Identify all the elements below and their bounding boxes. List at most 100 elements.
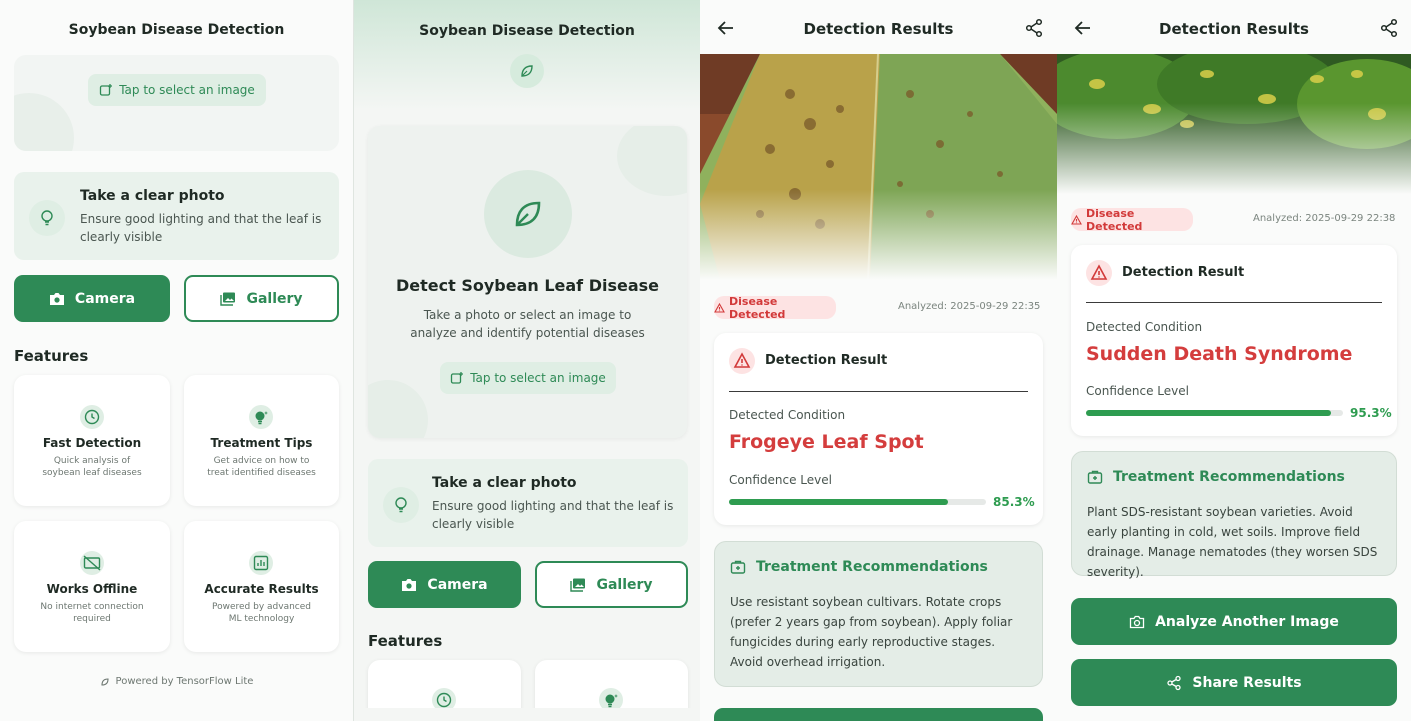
select-image-label: Tap to select an image bbox=[470, 371, 606, 385]
badge-text: Disease Detected bbox=[729, 294, 786, 321]
feature-title: Accurate Results bbox=[204, 582, 319, 596]
analyzed-time: Analyzed: 2025-09-29 22:35 bbox=[898, 301, 1041, 312]
divider bbox=[729, 391, 1028, 392]
gallery-icon bbox=[570, 578, 586, 592]
feature-subtitle: Get advice on how to treat identified di… bbox=[207, 456, 316, 478]
clock-icon bbox=[80, 405, 104, 429]
share-label: Share Results bbox=[1192, 674, 1302, 691]
condition-label: Detected Condition bbox=[729, 408, 846, 422]
decor-circle bbox=[617, 126, 687, 196]
confidence-bar bbox=[1086, 410, 1343, 416]
feature-card-works-offline: Works Offline No internet connection req… bbox=[14, 521, 170, 652]
image-select-area[interactable]: Detect Soybean Leaf Disease Take a photo… bbox=[368, 126, 687, 438]
medical-kit-icon bbox=[730, 559, 746, 575]
divider bbox=[1086, 302, 1382, 303]
tip-title: Take a clear photo bbox=[432, 475, 577, 491]
warning-icon bbox=[729, 348, 755, 374]
image-select-area[interactable]: Tap to select an image bbox=[14, 55, 339, 151]
feature-title: Fast Detection bbox=[42, 436, 142, 450]
tip-text: Ensure good lighting and that the leaf i… bbox=[80, 212, 322, 244]
camera-label: Camera bbox=[74, 290, 136, 307]
camera-icon bbox=[401, 578, 417, 592]
feature-card-fast-detection: Fast Detection Quick analysis of soybean… bbox=[14, 375, 170, 506]
result-card-title: Detection Result bbox=[765, 353, 888, 368]
headline: Detect Soybean Leaf Disease bbox=[395, 276, 660, 295]
feature-title: Works Offline bbox=[46, 582, 138, 596]
decor-circle bbox=[14, 93, 74, 151]
bottom-fade bbox=[354, 708, 700, 721]
add-photo-icon bbox=[99, 83, 113, 97]
detection-result-card: Detection Result Detected Condition Sudd… bbox=[1071, 245, 1397, 436]
treatment-card: Treatment Recommendations Use resistant … bbox=[714, 541, 1043, 687]
treatment-text: Use resistant soybean cultivars. Rotate … bbox=[730, 595, 1013, 669]
confidence-bar bbox=[729, 499, 986, 505]
features-title: Features bbox=[368, 632, 443, 650]
photo-tip-card: Take a clear photo Ensure good lighting … bbox=[14, 172, 339, 260]
select-image-label: Tap to select an image bbox=[119, 83, 255, 97]
home-screen-top: Soybean Disease Detection Detect Soybean… bbox=[354, 0, 700, 721]
photo-tip-card: Take a clear photo Ensure good lighting … bbox=[368, 459, 688, 547]
leaf-icon bbox=[510, 54, 544, 88]
tip-text: Ensure good lighting and that the leaf i… bbox=[432, 499, 674, 531]
warning-icon bbox=[1086, 260, 1112, 286]
gallery-label: Gallery bbox=[596, 576, 653, 593]
share-icon[interactable] bbox=[1379, 18, 1399, 38]
gallery-button[interactable]: Gallery bbox=[184, 275, 339, 322]
disease-badge: Disease Detected bbox=[714, 294, 836, 321]
share-results-button[interactable]: Share Results bbox=[1071, 659, 1397, 706]
analyze-another-button[interactable] bbox=[714, 708, 1043, 721]
description: Take a photo or select an image to analy… bbox=[410, 308, 645, 340]
chart-icon bbox=[249, 551, 273, 575]
camera-icon bbox=[49, 292, 65, 306]
treatment-title: Treatment Recommendations bbox=[756, 559, 988, 575]
warning-icon bbox=[714, 302, 725, 313]
camera-button[interactable]: Camera bbox=[14, 275, 170, 322]
leaf-photo bbox=[700, 54, 1057, 280]
feature-card-accurate-results: Accurate Results Powered by advanced ML … bbox=[184, 521, 339, 652]
camera-outline-icon bbox=[1129, 615, 1145, 629]
results-screen-sds: Detection Results Disease Detected Analy… bbox=[1057, 0, 1411, 721]
results-title: Detection Results bbox=[1159, 20, 1309, 38]
results-screen-frogeye: Detection Results Disease Detected Analy bbox=[700, 0, 1057, 721]
leaf-photo bbox=[1057, 54, 1411, 194]
leaf-icon bbox=[100, 677, 110, 687]
condition-name: Frogeye Leaf Spot bbox=[729, 431, 924, 453]
home-screen-scrolled: Soybean Disease Detection Tap to select … bbox=[0, 0, 353, 721]
result-card-title: Detection Result bbox=[1122, 265, 1245, 280]
condition-name: Sudden Death Syndrome bbox=[1086, 343, 1353, 365]
confidence-bar-fill bbox=[729, 499, 949, 505]
select-image-button[interactable]: Tap to select an image bbox=[440, 362, 616, 394]
treatment-title: Treatment Recommendations bbox=[1113, 469, 1345, 485]
condition-label: Detected Condition bbox=[1086, 320, 1203, 334]
share-icon bbox=[1166, 675, 1182, 691]
tip-title: Take a clear photo bbox=[80, 188, 225, 204]
treatment-text: Plant SDS-resistant soybean varieties. A… bbox=[1087, 505, 1378, 579]
feature-subtitle: No internet connection required bbox=[40, 602, 144, 624]
app-title: Soybean Disease Detection bbox=[419, 23, 635, 39]
select-image-button[interactable]: Tap to select an image bbox=[88, 74, 266, 106]
share-icon[interactable] bbox=[1024, 18, 1044, 38]
feature-card-treatment-tips: Treatment Tips Get advice on how to trea… bbox=[184, 375, 339, 506]
feature-title: Treatment Tips bbox=[210, 436, 313, 450]
gallery-icon bbox=[220, 292, 236, 306]
feature-subtitle: Powered by advanced ML technology bbox=[212, 602, 311, 624]
warning-icon bbox=[1071, 214, 1082, 225]
gallery-button[interactable]: Gallery bbox=[535, 561, 688, 608]
features-title: Features bbox=[14, 347, 89, 365]
analyzed-time: Analyzed: 2025-09-29 22:38 bbox=[1253, 213, 1396, 224]
offline-icon bbox=[80, 551, 104, 575]
confidence-value: 95.3% bbox=[1350, 406, 1392, 420]
footer: Powered by TensorFlow Lite bbox=[0, 676, 353, 687]
analyze-another-button[interactable]: Analyze Another Image bbox=[1071, 598, 1397, 645]
confidence-label: Confidence Level bbox=[729, 473, 832, 487]
camera-button[interactable]: Camera bbox=[368, 561, 521, 608]
treatment-card: Treatment Recommendations Plant SDS-resi… bbox=[1071, 451, 1397, 579]
footer-text: Powered by TensorFlow Lite bbox=[115, 676, 254, 687]
analyze-label: Analyze Another Image bbox=[1155, 613, 1339, 630]
detection-result-card: Detection Result Detected Condition Frog… bbox=[714, 333, 1043, 525]
camera-label: Camera bbox=[427, 576, 488, 593]
lightbulb-icon bbox=[249, 405, 273, 429]
confidence-label: Confidence Level bbox=[1086, 384, 1189, 398]
feature-subtitle: Quick analysis of soybean leaf diseases bbox=[42, 456, 142, 478]
leaf-icon bbox=[484, 170, 572, 258]
